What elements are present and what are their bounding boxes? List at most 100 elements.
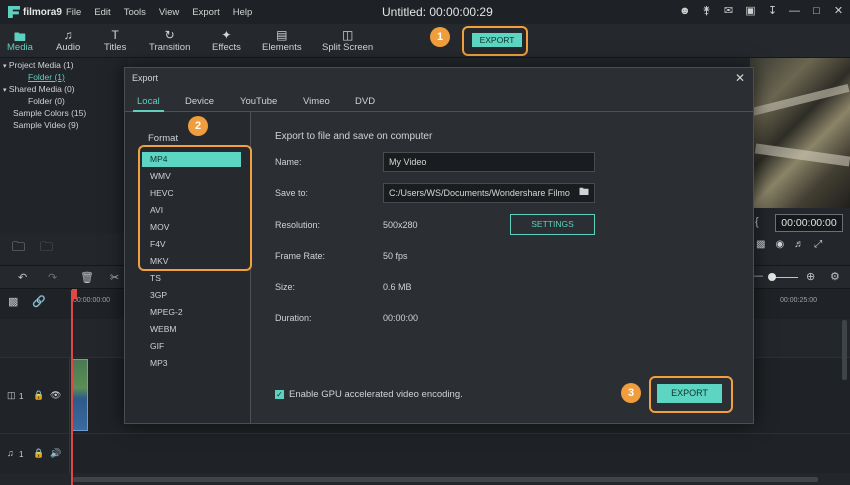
format-heading: Format — [148, 133, 179, 144]
tab-titles[interactable]: T Titles — [104, 28, 126, 53]
save-path-field[interactable]: C:/Users/WS/Documents/Wondershare Filmo … — [383, 183, 595, 203]
mail-icon[interactable]: ✉ — [723, 4, 734, 18]
menu-view[interactable]: View — [159, 7, 179, 18]
transition-icon: ↻ — [164, 28, 175, 42]
tab-audio-label: Audio — [56, 42, 81, 53]
zoom-slider-handle[interactable] — [768, 273, 776, 281]
menu-export[interactable]: Export — [192, 7, 219, 18]
gpu-checkbox[interactable]: ✓ — [275, 390, 284, 399]
tab-transition[interactable]: ↻ Transition — [149, 28, 190, 53]
eye-icon[interactable]: 👁 — [50, 390, 61, 401]
video-track-icon: ◫ — [7, 390, 16, 400]
lock-icon[interactable]: 🔒 — [33, 448, 44, 459]
close-icon[interactable]: ✕ — [735, 71, 745, 85]
snapshot-icon[interactable]: ◉ — [775, 239, 784, 250]
volume-icon[interactable]: ♬ — [794, 239, 804, 250]
menu-tools[interactable]: Tools — [124, 7, 146, 18]
tree-folder-1[interactable]: Folder (1) — [28, 72, 65, 82]
ruler-start: 00:00:00:00 — [73, 297, 110, 304]
filmora-logo-icon — [8, 6, 20, 18]
frame-rate-label: Frame Rate: — [275, 251, 326, 261]
format-item-gif[interactable]: GIF — [142, 339, 241, 354]
browse-folder-icon[interactable]: 🖿 — [577, 186, 591, 200]
cut-icon[interactable]: ✂ — [110, 271, 119, 284]
vertical-scrollbar[interactable] — [842, 320, 847, 380]
tree-folder-0[interactable]: Folder (0) — [28, 96, 65, 106]
lock-icon[interactable]: 🔒 — [33, 390, 44, 401]
dialog-title: Export — [132, 73, 159, 83]
tab-split-screen[interactable]: ◫ Split Screen — [322, 28, 373, 53]
format-item-ts[interactable]: TS — [142, 271, 241, 286]
playhead-line[interactable] — [71, 290, 73, 485]
video-track-header: ◫ 1 🔒 👁 — [0, 358, 70, 433]
frame-rate-value: 50 fps — [383, 251, 408, 261]
media-tree: ▾ Project Media (1) Folder (1) ▾ Shared … — [0, 58, 128, 254]
menu-bar: File Edit Tools View Export Help — [66, 7, 265, 18]
add-track-icon[interactable]: ▩ — [8, 295, 18, 308]
tree-sample-colors[interactable]: Sample Colors (15) — [13, 108, 86, 118]
gpu-option[interactable]: ✓ Enable GPU accelerated video encoding. — [275, 389, 463, 400]
settings-icon[interactable]: ⚙ — [830, 270, 840, 283]
zoom-in-icon[interactable]: ⊕ — [806, 270, 815, 283]
bracket-icon[interactable]: { — [755, 216, 759, 228]
main-toolbar: 🖿 Media ♫ Audio T Titles ↻ Transition ✦ … — [0, 24, 850, 60]
tab-effects[interactable]: ✦ Effects — [212, 28, 241, 53]
settings-button[interactable]: SETTINGS — [510, 214, 595, 235]
horizontal-scrollbar[interactable] — [73, 477, 818, 482]
redo-icon[interactable]: ↷ — [48, 271, 57, 284]
name-field[interactable]: My Video — [383, 152, 595, 172]
preview-controls: ▩ ◉ ♬ ⤢ — [756, 239, 822, 250]
format-item-mpeg2[interactable]: MPEG-2 — [142, 305, 241, 320]
video-clip[interactable] — [72, 359, 88, 431]
link-icon[interactable]: 🔗 — [32, 295, 46, 308]
tab-dvd[interactable]: DVD — [355, 96, 375, 107]
preview-window — [750, 58, 850, 208]
save-to-label: Save to: — [275, 188, 309, 198]
maximize-icon[interactable]: □ — [811, 4, 822, 18]
download-icon[interactable]: ↧ — [767, 4, 778, 18]
menu-file[interactable]: File — [66, 7, 81, 18]
speaker-icon[interactable]: 🔊 — [50, 448, 61, 459]
save-path-value: C:/Users/WS/Documents/Wondershare Filmo — [389, 188, 570, 198]
callout-highlight-1 — [462, 26, 528, 56]
format-item-mp3[interactable]: MP3 — [142, 356, 241, 371]
preview-timecode: 00:00:00:00 — [775, 214, 843, 232]
save-icon[interactable]: ▣ — [745, 4, 756, 18]
tab-local[interactable]: Local — [133, 96, 164, 112]
tab-media[interactable]: 🖿 Media — [7, 28, 33, 60]
format-item-webm[interactable]: WEBM — [142, 322, 241, 337]
undo-icon[interactable]: ↶ — [18, 271, 27, 284]
menu-edit[interactable]: Edit — [94, 7, 110, 18]
audio-track: ♫ 1 🔒 🔊 — [0, 433, 850, 473]
audio-track-header: ♫ 1 🔒 🔊 — [0, 434, 70, 473]
render-icon[interactable]: ▩ — [756, 239, 765, 250]
delete-folder-icon[interactable]: 🗀 — [40, 238, 53, 260]
close-icon[interactable]: ✕ — [833, 4, 844, 18]
ruler-end: 00:00:25:00 — [780, 297, 817, 304]
tab-elements[interactable]: ▤ Elements — [262, 28, 302, 53]
filmora-window: filmora9 File Edit Tools View Export Hel… — [0, 0, 850, 485]
new-folder-icon[interactable]: 🗀 — [12, 238, 25, 260]
delete-icon[interactable]: 🗑 — [80, 271, 94, 284]
fullscreen-icon[interactable]: ⤢ — [814, 239, 822, 250]
video-track-number: 1 — [19, 392, 24, 401]
section-title: Export to file and save on computer — [275, 131, 433, 142]
tree-project-media[interactable]: ▾ Project Media (1) — [3, 60, 74, 70]
tree-sample-video[interactable]: Sample Video (9) — [13, 120, 79, 130]
tab-media-label: Media — [7, 42, 33, 53]
chevron-down-icon: ▾ — [3, 87, 7, 94]
tab-vimeo[interactable]: Vimeo — [303, 96, 330, 107]
account-icon[interactable]: ☻ — [679, 4, 691, 18]
tab-audio[interactable]: ♫ Audio — [56, 28, 80, 53]
tab-youtube[interactable]: YouTube — [240, 96, 277, 107]
tree-shared-media[interactable]: ▾ Shared Media (0) — [3, 84, 75, 94]
resolution-label: Resolution: — [275, 220, 321, 230]
menu-help[interactable]: Help — [233, 7, 253, 18]
format-item-3gp[interactable]: 3GP — [142, 288, 241, 303]
text-icon: T — [111, 28, 119, 42]
minimize-icon[interactable]: — — [789, 4, 800, 18]
callout-badge-3: 3 — [621, 383, 641, 403]
callout-badge-2: 2 — [188, 116, 208, 136]
cart-icon[interactable]: ⚵ — [701, 4, 712, 18]
tab-device[interactable]: Device — [185, 96, 214, 107]
